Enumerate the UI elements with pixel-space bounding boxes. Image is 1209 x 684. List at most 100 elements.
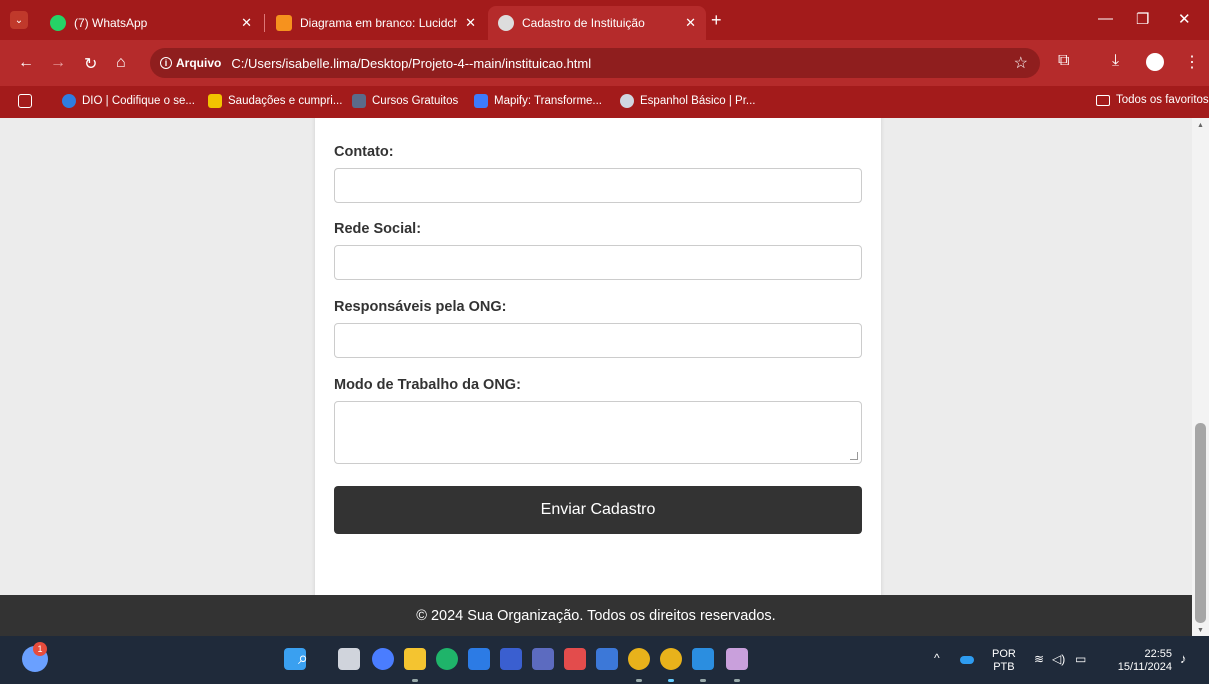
bookmark-espanhol[interactable]: Espanhol Básico | Pr... — [620, 94, 756, 108]
restore-icon[interactable]: ❐ — [1136, 10, 1149, 28]
search-icon[interactable]: ⌕ — [298, 648, 320, 670]
espanhol-icon — [620, 94, 634, 108]
reload-icon[interactable]: ↻ — [84, 54, 97, 74]
profile-avatar[interactable] — [1146, 53, 1164, 71]
task-view-icon[interactable] — [338, 648, 360, 670]
file-explorer-icon[interactable] — [404, 648, 426, 670]
flag-icon — [208, 94, 222, 108]
bookmark-label: DIO | Codifique o se... — [82, 95, 195, 107]
resize-handle[interactable] — [850, 452, 858, 460]
tab-strip: ⌄ (7) WhatsApp ✕ Diagrama em branco: Luc… — [0, 0, 1209, 40]
extensions-icon[interactable]: ⧉ — [1058, 52, 1069, 70]
monitor-icon[interactable] — [596, 648, 618, 670]
running-indicator — [734, 679, 740, 682]
toolbar: ← → ↻ ⌂ i Arquivo C:/Users/isabelle.lima… — [0, 40, 1209, 86]
anydesk-icon[interactable] — [564, 648, 586, 670]
bookmark-label: Saudações e cumpri... — [228, 95, 343, 107]
mapify-icon — [474, 94, 488, 108]
store-icon[interactable] — [468, 648, 490, 670]
running-indicator — [700, 679, 706, 682]
clock[interactable]: 22:55 15/11/2024 — [1106, 648, 1172, 674]
tab-search-icon[interactable]: ⌄ — [10, 11, 28, 29]
teams-icon[interactable] — [532, 648, 554, 670]
all-bookmarks[interactable]: Todos os favoritos — [1096, 94, 1209, 106]
rede-social-label: Rede Social: — [334, 221, 422, 237]
menu-dots-icon[interactable]: ⋮ — [1184, 52, 1200, 72]
folder-icon — [1096, 94, 1110, 106]
bookmark-mapify[interactable]: Mapify: Transforme... — [474, 94, 602, 108]
running-indicator — [636, 679, 642, 682]
tab-cadastro[interactable]: Cadastro de Instituição ✕ — [488, 6, 706, 40]
bookmark-cursos[interactable]: Cursos Gratuitos — [352, 94, 458, 108]
wifi-icon[interactable]: ≋ — [1034, 653, 1044, 666]
tab-title: Diagrama em branco: Lucidcha — [300, 16, 458, 30]
new-tab-button[interactable]: + — [711, 10, 722, 31]
volume-icon[interactable]: ◁) — [1052, 653, 1065, 666]
submit-button[interactable]: Enviar Cadastro — [334, 486, 862, 534]
notifications-bell-icon[interactable]: ♪ — [1180, 652, 1187, 665]
language-indicator[interactable]: POR PTB — [992, 648, 1016, 674]
windows-taskbar: 1 ⌕ ^ POR PTB ≋ ◁) ▭ 22:55 15/11/2024 ♪ — [0, 636, 1209, 684]
snipping-icon[interactable] — [726, 648, 748, 670]
lucidchart-icon — [276, 15, 292, 31]
responsaveis-label: Responsáveis pela ONG: — [334, 299, 507, 315]
tab-lucidchart[interactable]: Diagrama em branco: Lucidcha ✕ — [266, 6, 486, 40]
responsaveis-input[interactable] — [334, 323, 862, 358]
close-window-icon[interactable]: ✕ — [1178, 10, 1191, 28]
close-icon[interactable]: ✕ — [465, 15, 476, 31]
battery-icon[interactable]: ▭ — [1075, 653, 1086, 666]
contato-input[interactable] — [334, 168, 862, 203]
chrome-icon[interactable] — [660, 648, 682, 670]
bookmarks-bar: DIO | Codifique o se... Saudações e cump… — [0, 86, 1209, 118]
bookmark-dio[interactable]: DIO | Codifique o se... — [62, 94, 195, 108]
time: 22:55 — [1144, 648, 1172, 660]
dio-icon — [62, 94, 76, 108]
globe-icon — [498, 15, 514, 31]
copilot-icon[interactable] — [372, 648, 394, 670]
back-icon[interactable]: ← — [18, 54, 34, 72]
forward-icon[interactable]: → — [50, 54, 66, 72]
tab-title: (7) WhatsApp — [74, 16, 148, 30]
whatsapp-icon — [50, 15, 66, 31]
tab-whatsapp[interactable]: (7) WhatsApp ✕ — [40, 6, 262, 40]
lang-bottom: PTB — [993, 661, 1015, 673]
home-icon[interactable]: ⌂ — [116, 54, 126, 72]
tab-title: Cadastro de Instituição — [522, 16, 645, 30]
scroll-up-icon[interactable]: ▲ — [1197, 122, 1204, 129]
address-bar[interactable]: i Arquivo C:/Users/isabelle.lima/Desktop… — [150, 48, 1040, 78]
form-card: Contato: Rede Social: Responsáveis pela … — [315, 118, 881, 595]
date: 15/11/2024 — [1117, 661, 1172, 673]
vscode-icon[interactable] — [692, 648, 714, 670]
bitwarden-icon[interactable] — [500, 648, 522, 670]
url-text: C:/Users/isabelle.lima/Desktop/Projeto-4… — [231, 55, 592, 71]
footer-text: © 2024 Sua Organização. Todos os direito… — [416, 607, 776, 624]
close-icon[interactable]: ✕ — [685, 15, 696, 31]
bookmark-label: Todos os favoritos — [1116, 94, 1209, 106]
edge-icon[interactable] — [436, 648, 458, 670]
rede-social-input[interactable] — [334, 245, 862, 280]
bookmark-star-icon[interactable]: ☆ — [1014, 53, 1028, 73]
bookmark-label: Cursos Gratuitos — [372, 95, 459, 107]
scrollbar[interactable]: ▲ ▼ — [1192, 118, 1209, 636]
scroll-down-icon[interactable]: ▼ — [1197, 627, 1204, 634]
scroll-thumb[interactable] — [1195, 423, 1206, 623]
modo-trabalho-textarea[interactable] — [334, 401, 862, 464]
page-footer: © 2024 Sua Organização. Todos os direito… — [0, 595, 1192, 636]
lang-top: POR — [992, 648, 1016, 660]
bookmark-saudacoes[interactable]: Saudações e cumpri... — [208, 94, 342, 108]
minimize-icon[interactable]: — — [1098, 10, 1113, 27]
chevron-up-icon[interactable]: ^ — [934, 652, 940, 665]
bookmark-label: Mapify: Transforme... — [494, 95, 603, 107]
close-icon[interactable]: ✕ — [241, 15, 252, 31]
running-indicator — [668, 679, 674, 682]
chrome-profile-icon[interactable] — [628, 648, 650, 670]
chip-label: Arquivo — [176, 56, 222, 70]
download-icon[interactable]: ⤓ — [1112, 52, 1119, 70]
page-viewport: Contato: Rede Social: Responsáveis pela … — [0, 118, 1209, 595]
apps-grid-icon[interactable] — [18, 94, 38, 108]
site-info-chip[interactable]: i Arquivo — [160, 56, 221, 70]
courses-icon — [352, 94, 366, 108]
running-indicator — [412, 679, 418, 682]
onedrive-icon[interactable] — [960, 656, 974, 664]
notification-badge: 1 — [33, 642, 47, 656]
